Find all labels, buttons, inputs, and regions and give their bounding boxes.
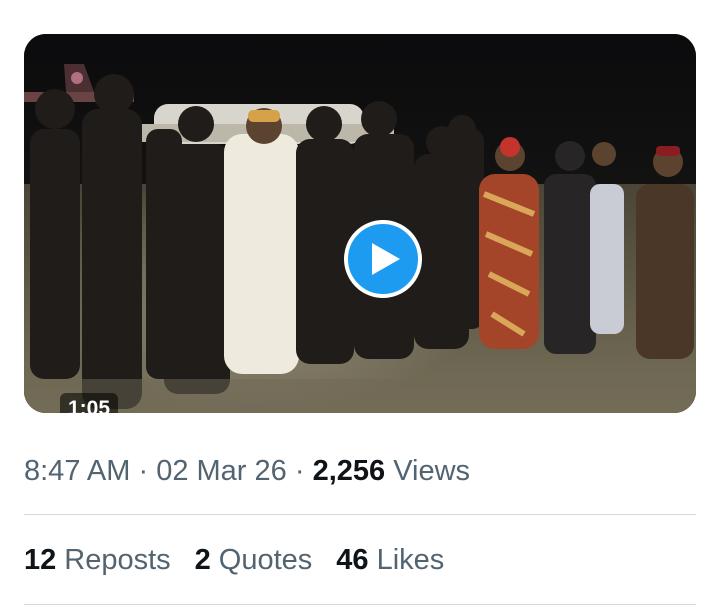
quotes-count: 2 bbox=[194, 544, 211, 576]
meta-separator: · bbox=[138, 455, 149, 487]
post-meta: 8:47 AM · 02 Mar 26 · 2,256 Views bbox=[24, 453, 470, 489]
play-button[interactable] bbox=[344, 220, 422, 298]
post-time[interactable]: 8:47 AM bbox=[24, 455, 130, 487]
views-count: 2,256 bbox=[312, 455, 386, 487]
quotes-stat[interactable]: 2 Quotes bbox=[195, 542, 313, 578]
video-player[interactable]: 1:05 bbox=[24, 34, 696, 413]
reposts-count: 12 bbox=[24, 544, 57, 576]
video-duration: 1:05 bbox=[68, 397, 111, 413]
video-thumbnail bbox=[24, 34, 696, 413]
reposts-label: Reposts bbox=[64, 544, 171, 576]
likes-count: 46 bbox=[336, 544, 369, 576]
likes-stat[interactable]: 46 Likes bbox=[336, 542, 444, 578]
video-duration-badge: 1:05 bbox=[60, 393, 119, 413]
engagement-stats: 12 Reposts 2 Quotes 46 Likes bbox=[24, 542, 444, 578]
meta-separator: · bbox=[294, 455, 305, 487]
views-label: Views bbox=[393, 455, 471, 487]
play-icon bbox=[372, 243, 400, 275]
reposts-stat[interactable]: 12 Reposts bbox=[24, 542, 171, 578]
quotes-label: Quotes bbox=[218, 544, 313, 576]
likes-label: Likes bbox=[376, 544, 445, 576]
divider bbox=[24, 514, 696, 515]
post-date[interactable]: 02 Mar 26 bbox=[156, 455, 287, 487]
